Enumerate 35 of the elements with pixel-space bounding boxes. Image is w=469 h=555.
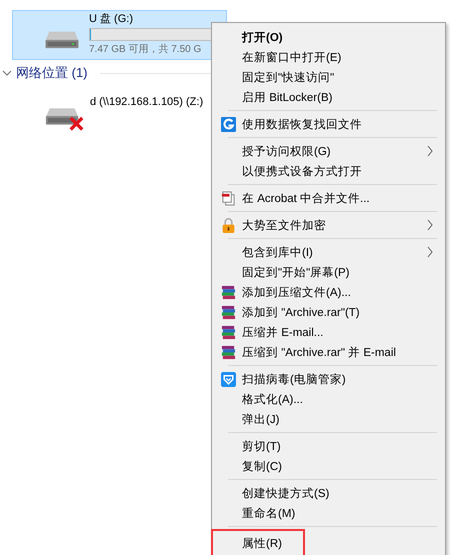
menu-item[interactable]: 剪切(T) (214, 436, 443, 456)
documents-icon (220, 190, 236, 206)
g-logo-icon (220, 116, 236, 132)
drive-space: 7.47 GB 可用，共 7.50 G (89, 43, 202, 56)
drive-tile[interactable]: U 盘 (G:) 7.47 GB 可用，共 7.50 G (12, 10, 227, 60)
menu-item[interactable]: 重命名(M) (214, 503, 443, 523)
menu-item[interactable]: 压缩并 E-mail... (214, 322, 443, 342)
menu-item[interactable]: 属性(R) (212, 530, 304, 555)
menu-item[interactable]: 大势至文件加密 (214, 215, 443, 235)
menu-item[interactable]: 创建快捷方式(S) (214, 483, 443, 503)
padlock-icon (220, 218, 236, 232)
menu-item[interactable]: 压缩到 "Archive.rar" 并 E-mail (214, 342, 443, 362)
drive-name: U 盘 (G:) (89, 13, 134, 26)
menu-item[interactable]: 授予访问权限(G) (214, 141, 443, 161)
books-stack-icon (220, 304, 236, 320)
menu-item[interactable]: 添加到 "Archive.rar"(T) (214, 302, 443, 322)
menu-item[interactable]: 以便携式设备方式打开 (214, 161, 443, 181)
menu-item[interactable]: 扫描病毒(电脑管家) (214, 369, 443, 389)
menu-item[interactable]: 启用 BitLocker(B) (214, 87, 443, 107)
books-stack-icon (220, 344, 236, 360)
section-title[interactable]: 网络位置 (1) (16, 64, 88, 82)
menu-item[interactable]: 添加到压缩文件(A)... (214, 282, 443, 302)
menu-item[interactable]: 弹出(J) (214, 409, 443, 429)
shield-icon (220, 372, 236, 386)
menu-item[interactable]: 包含到库中(I) (214, 242, 443, 262)
menu-item[interactable]: 固定到"快速访问" (214, 67, 443, 87)
menu-item[interactable]: 格式化(A)... (214, 389, 443, 409)
menu-item[interactable]: 固定到"开始"屏幕(P) (214, 262, 443, 282)
books-stack-icon (220, 284, 236, 300)
menu-item[interactable]: 复制(C) (214, 456, 443, 476)
network-drive-name: d (\\192.168.1.105) (Z:) (90, 96, 204, 108)
chevron-icon[interactable] (2, 68, 12, 78)
menu-item[interactable]: 使用数据恢复找回文件 (214, 114, 443, 134)
menu-item[interactable]: 在 Acrobat 中合并文件... (214, 188, 443, 208)
books-stack-icon (220, 324, 236, 340)
